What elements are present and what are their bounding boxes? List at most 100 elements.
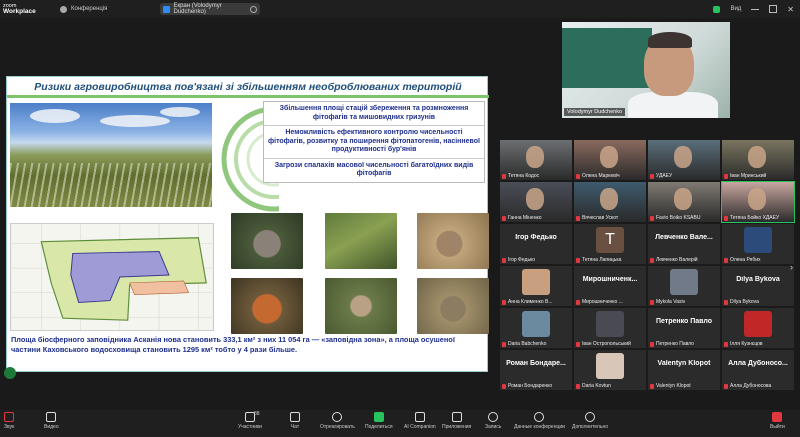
presentation-slide: Ризики агровиробництва пов'язані зі збіл… [6, 76, 489, 372]
encryption-shield-icon[interactable] [713, 5, 721, 13]
close-icon[interactable]: ✕ [787, 5, 794, 14]
participant-tile[interactable]: Ілля Кузнєцов [722, 308, 794, 348]
risk-item: Неможливість ефективного контролю чисель… [264, 126, 484, 159]
participant-name-label: Іван Остропольський [576, 341, 631, 347]
microphone-muted-icon [576, 383, 580, 389]
participant-count: 88 [254, 411, 260, 417]
reserve-map [10, 223, 214, 331]
participant-tile[interactable]: Вячеслав Ускот [574, 182, 646, 222]
microphone-muted-icon [650, 215, 654, 221]
participant-tile[interactable]: T Тетяна Лапицька [574, 224, 646, 264]
slide-title-bar [7, 95, 489, 98]
participant-avatar [522, 269, 550, 295]
minimize-icon[interactable] [751, 8, 760, 10]
participant-display-name: Ігор Федько [515, 234, 557, 241]
zoom-logo: zoom Workplace [0, 3, 40, 15]
participant-video-face [600, 188, 618, 210]
microphone-muted-icon [650, 341, 654, 347]
participant-tile[interactable]: Тетяна Кодос [500, 140, 572, 180]
microphone-muted-button[interactable]: Звук [4, 412, 14, 430]
info-button[interactable]: Данные конференции [514, 412, 565, 430]
microphone-muted-icon [576, 173, 580, 179]
participant-name-label: УДАЕУ [650, 173, 672, 179]
participant-tile[interactable]: Dilya Bykova Dilya Bykova [722, 266, 794, 306]
toolbar-label: Отреагировать [320, 424, 355, 430]
background-sign [562, 28, 652, 88]
participant-tile[interactable]: Петренко Павло Петренко Павло [648, 308, 720, 348]
ai-companion-button[interactable]: AI Companion [404, 412, 436, 430]
participant-tile[interactable]: Mykola Vasiv [648, 266, 720, 306]
participant-tile[interactable]: Олена Маркевіч [574, 140, 646, 180]
maximize-icon[interactable] [769, 5, 778, 13]
participant-tile[interactable]: Анна Клименко В... [500, 266, 572, 306]
participant-tile[interactable]: Іван Мринський [722, 140, 794, 180]
leave-icon [772, 412, 783, 422]
participant-display-name: Роман Бондаре... [506, 360, 566, 367]
active-speaker-video[interactable]: Volodymyr Dudchenko [562, 22, 730, 118]
participant-tile[interactable]: Favio Boiko KSABU [648, 182, 720, 222]
participant-name: Олена Маркевіч [582, 173, 620, 179]
record-button[interactable]: Запись [485, 412, 501, 430]
participant-tile[interactable]: Мирошниченк... Мирошниченко ... [574, 266, 646, 306]
screen-share-indicator[interactable]: Екран (Volodymyr Dudchenko) [160, 3, 260, 15]
participant-name-label: Daria Kovtun [576, 383, 611, 389]
conference-button[interactable]: Конференція [60, 5, 107, 13]
microphone-muted-icon [724, 299, 728, 305]
participant-name-label: Mykola Vasiv [650, 299, 685, 305]
participant-tile[interactable]: Алла Дубоносо... Алла Дубоносова [722, 350, 794, 390]
participant-name: Mykola Vasiv [656, 299, 686, 305]
microphone-muted-icon [502, 215, 506, 221]
participants-button[interactable]: Участники 88 [238, 411, 262, 430]
microphone-muted-icon [724, 257, 728, 263]
risk-item: Збільшення площі стацій збереження та ро… [264, 102, 484, 126]
next-page-icon[interactable]: › [790, 262, 793, 272]
participant-name: Ілля Кузнєцов [730, 341, 763, 347]
participant-name: Олена Рябих [730, 257, 761, 263]
annotate-icon[interactable] [4, 367, 16, 379]
logo-workplace: Workplace [3, 8, 36, 15]
participant-tile[interactable]: Ганна Міненко [500, 182, 572, 222]
participant-name: Favio Boiko KSABU [656, 215, 701, 221]
leave-button[interactable]: Выйти [770, 412, 785, 430]
participant-name: Ганна Міненко [508, 215, 542, 221]
video-camera-button[interactable]: Видео [44, 412, 59, 430]
participant-video-face [748, 146, 766, 168]
screen-share-more-icon[interactable] [250, 5, 257, 13]
ai-companion-icon [414, 412, 425, 422]
participant-tile[interactable]: Valentyn Klopot Valentyn Klopot [648, 350, 720, 390]
toolbar-label: Участники [238, 424, 262, 430]
microphone-muted-icon [502, 257, 506, 263]
participant-name-label: Daria Babchenko [502, 341, 546, 347]
participant-tile[interactable]: Ігор Федько Ігор Федько [500, 224, 572, 264]
chat-button[interactable]: Чат [290, 412, 300, 430]
apps-button[interactable]: Приложения [442, 412, 471, 430]
participant-avatar: T [596, 227, 624, 253]
participant-tile[interactable]: Daria Babchenko [500, 308, 572, 348]
view-button[interactable]: Вид [730, 6, 741, 12]
participant-name-label: Олена Маркевіч [576, 173, 620, 179]
reaction-heart-icon [332, 412, 343, 422]
microphone-muted-icon [650, 383, 654, 389]
participant-video-face [600, 146, 618, 168]
participant-name: Вячеслав Ускот [582, 215, 619, 221]
microphone-muted-icon [724, 383, 728, 389]
microphone-muted-icon [576, 299, 580, 305]
participant-name-label: Тетяна Бойко ХДАЕУ [724, 215, 779, 221]
participant-display-name: Алла Дубоносо... [728, 360, 788, 367]
participant-name-label: Favio Boiko KSABU [650, 215, 700, 221]
participant-tile[interactable]: Левченко Вале... Левченко Валерій [648, 224, 720, 264]
more-button[interactable]: Дополнительно [572, 412, 608, 430]
participant-tile[interactable]: Тетяна Бойко ХДАЕУ [721, 181, 795, 223]
reaction-heart-button[interactable]: Отреагировать [320, 412, 355, 430]
participant-tile[interactable]: УДАЕУ [648, 140, 720, 180]
screen-share-icon [163, 5, 171, 13]
animal-photo-grasshopper [325, 213, 397, 269]
participant-name-label: Левченко Валерій [650, 257, 698, 263]
participant-tile[interactable]: Іван Остропольський [574, 308, 646, 348]
participant-tile[interactable]: Daria Kovtun [574, 350, 646, 390]
share-screen-button[interactable]: Поделиться [365, 412, 393, 430]
toolbar-label: Выйти [770, 424, 785, 430]
participant-name-label: Ілля Кузнєцов [724, 341, 763, 347]
participant-tile[interactable]: Роман Бондаре... Роман Бондаренко [500, 350, 572, 390]
participant-tile[interactable]: Олена Рябих [722, 224, 794, 264]
